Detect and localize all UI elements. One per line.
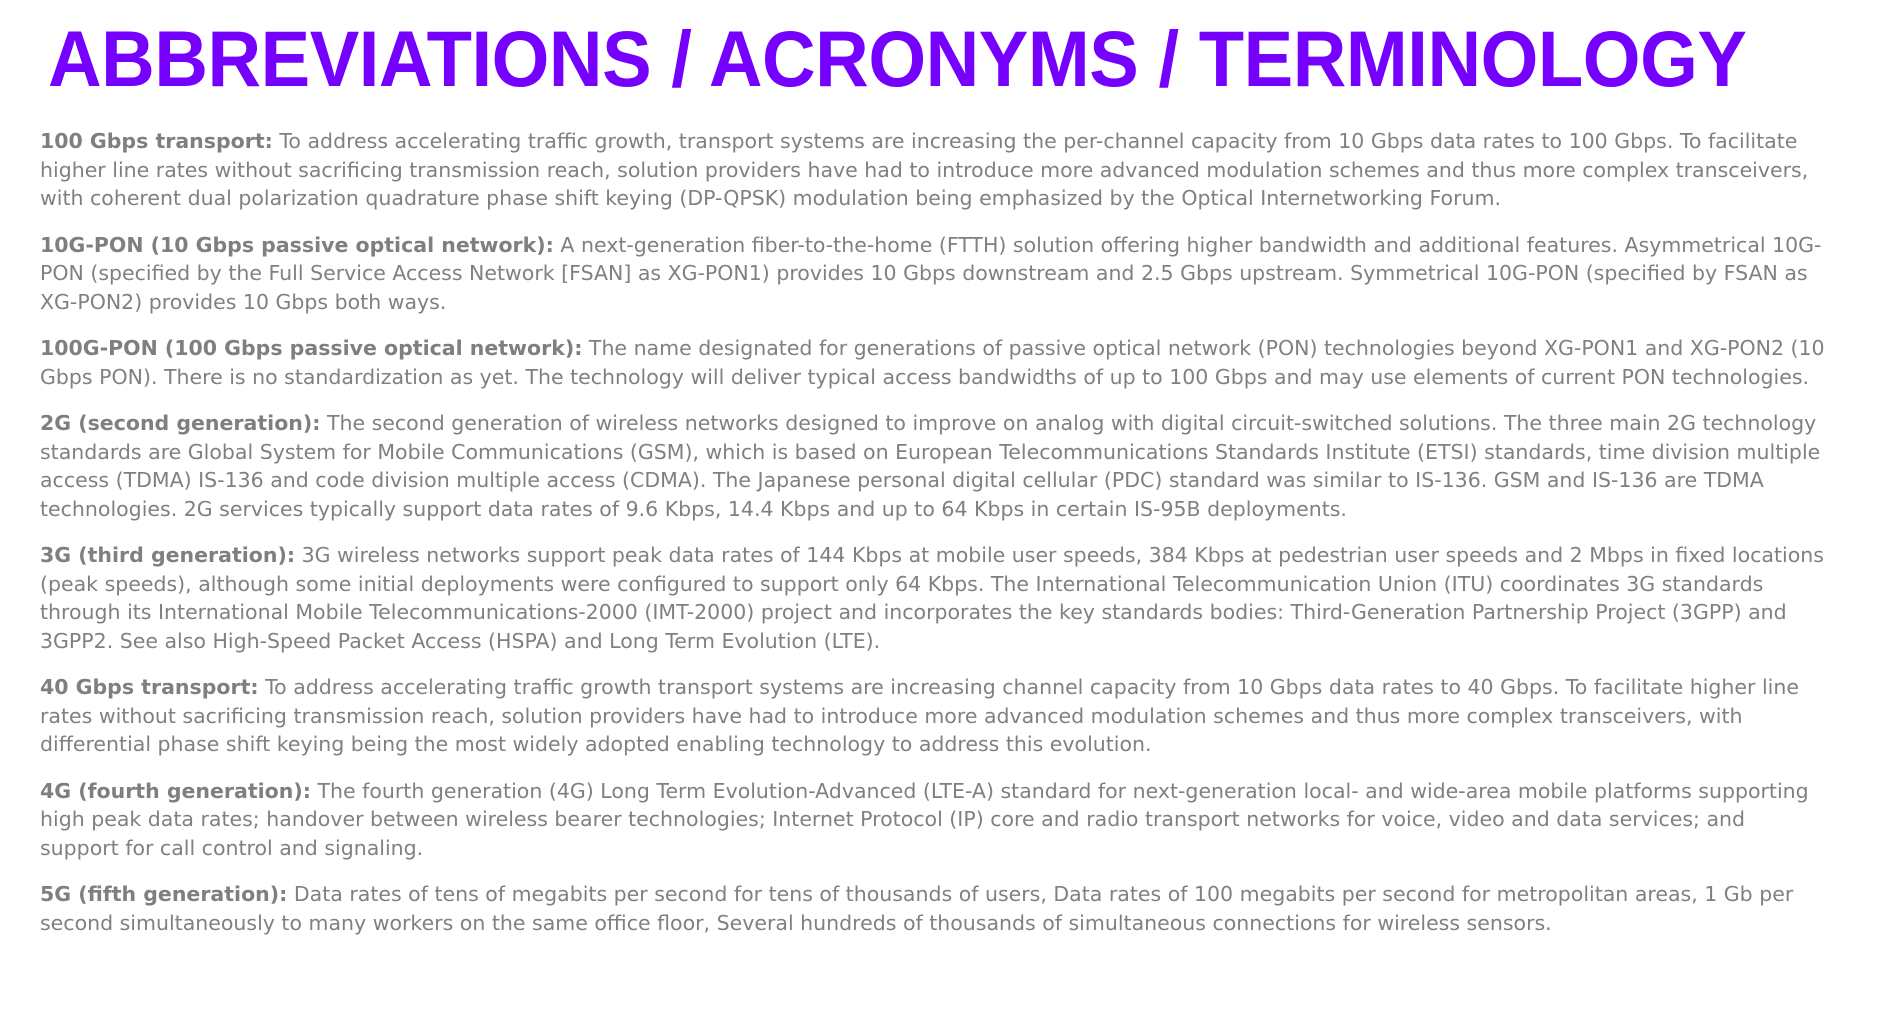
term-name: 3G (third generation): xyxy=(40,543,296,567)
term-2g: 2G (second generation): The second gener… xyxy=(40,409,1830,523)
term-name: 100G-PON (100 Gbps passive optical netwo… xyxy=(40,336,583,360)
term-40-gbps-transport: 40 Gbps transport: To address accelerati… xyxy=(40,673,1830,759)
term-name: 100 Gbps transport: xyxy=(40,129,273,153)
glossary-page: ABBREVIATIONS / ACRONYMS / TERMINOLOGY 1… xyxy=(0,0,1903,1027)
term-name: 10G-PON (10 Gbps passive optical network… xyxy=(40,232,554,257)
term-name: 4G (fourth generation): xyxy=(40,778,311,803)
term-name: 2G (second generation): xyxy=(40,411,321,435)
term-definition: 3G wireless networks support peak data r… xyxy=(40,543,1824,653)
term-4g: 4G (fourth generation): The fourth gener… xyxy=(40,777,1830,863)
term-definition: Data rates of tens of megabits per secon… xyxy=(40,882,1794,935)
term-definition: To address accelerating traffic growth t… xyxy=(40,675,1799,756)
term-100-gbps-transport: 100 Gbps transport: To address accelerat… xyxy=(40,127,1830,213)
term-5g: 5G (fifth generation): Data rates of ten… xyxy=(40,880,1830,937)
terms-list: 100 Gbps transport: To address accelerat… xyxy=(40,127,1830,955)
term-name: 40 Gbps transport: xyxy=(40,675,259,699)
term-10g-pon: 10G-PON (10 Gbps passive optical network… xyxy=(40,231,1830,317)
term-name: 5G (fifth generation): xyxy=(40,882,288,906)
term-definition: To address accelerating traffic growth, … xyxy=(40,129,1809,210)
term-3g: 3G (third generation): 3G wireless netwo… xyxy=(40,541,1830,655)
term-100g-pon: 100G-PON (100 Gbps passive optical netwo… xyxy=(40,334,1830,391)
page-title: ABBREVIATIONS / ACRONYMS / TERMINOLOGY xyxy=(48,14,1747,103)
